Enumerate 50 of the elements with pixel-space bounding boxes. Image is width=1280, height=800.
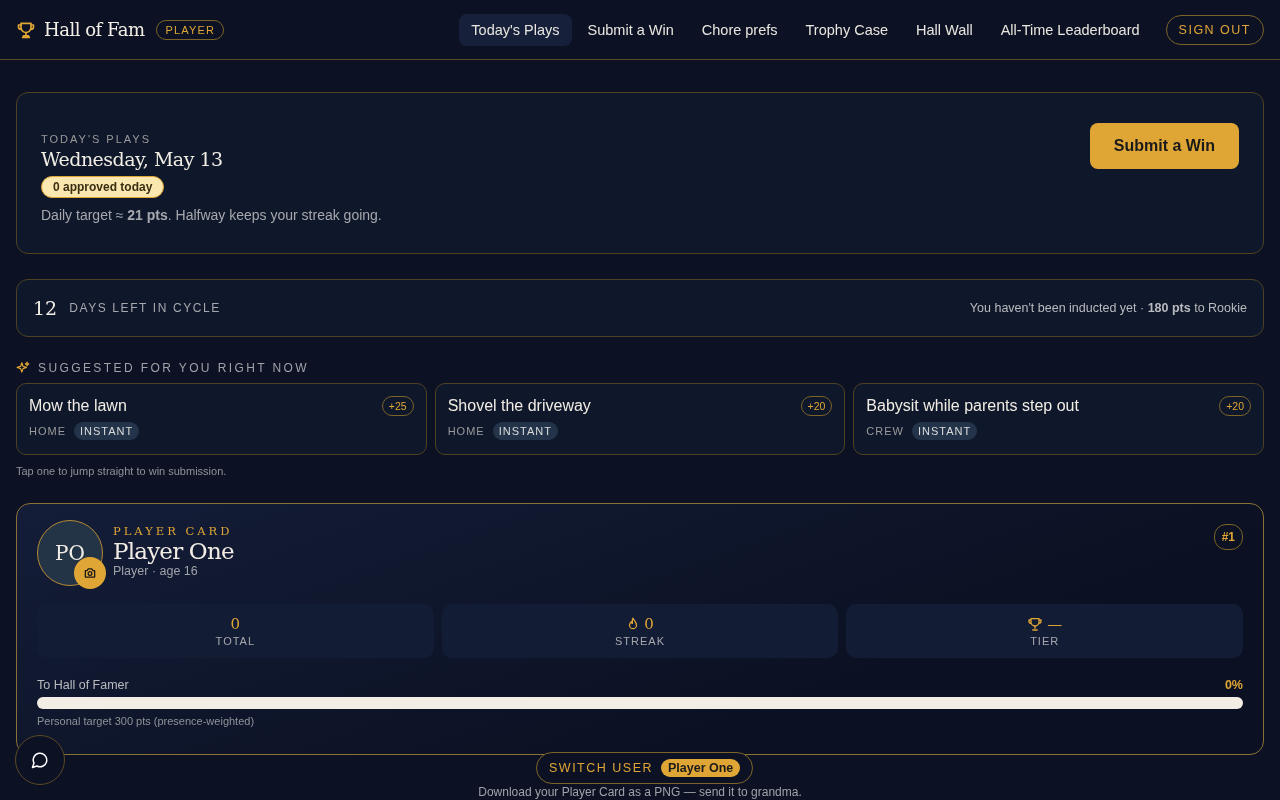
nav-link[interactable]: Hall Wall xyxy=(904,13,985,46)
days-count: 12 xyxy=(33,297,58,319)
category-label: HOME xyxy=(29,425,66,437)
hint-text: Tap one to jump straight to win submission. xyxy=(16,465,228,477)
suggestion-card[interactable]: Babysit while parents step out +20 CREW INSTANT xyxy=(853,383,1264,455)
switch-user-button[interactable]: SWITCH USER Player One xyxy=(536,752,754,784)
card-label: PLAYER CARD xyxy=(113,524,234,538)
instant-tag: INSTANT xyxy=(911,422,978,440)
section-label: SUGGESTED FOR YOU RIGHT NOW xyxy=(38,361,310,375)
brand-name: Hall of Fam xyxy=(44,19,145,40)
rank-badge: #1 xyxy=(1213,524,1243,550)
nav-link[interactable]: Submit a Win xyxy=(575,13,686,46)
nav-link[interactable]: Trophy Case xyxy=(793,13,900,46)
stat-label: TIER xyxy=(1030,635,1060,647)
progress-percent: 0% xyxy=(1224,678,1243,692)
instant-tag: INSTANT xyxy=(492,422,558,440)
nav-link[interactable]: Chore prefs xyxy=(689,13,790,46)
induction-text: You haven't been inducted yet · 180 pts to Rookie xyxy=(969,301,1247,315)
sparkle-icon xyxy=(16,361,30,375)
chat-button[interactable] xyxy=(15,735,65,785)
chore-title: Babysit while parents step out xyxy=(866,397,1079,415)
suggestion-card[interactable]: Mow the lawn +25 HOME INSTANT xyxy=(16,383,427,455)
nav-link[interactable]: All-Time Leaderboard xyxy=(988,13,1152,46)
current-user-badge: Player One xyxy=(661,759,741,777)
stat-value: 0 xyxy=(644,615,654,633)
stat-value: — xyxy=(1047,615,1063,633)
footer-text: Download your Player Card as a PNG — send it to grandma. xyxy=(477,785,803,799)
category-label: CREW xyxy=(866,425,904,437)
player-subtitle: Player · age 16 xyxy=(113,564,199,578)
player-name: Player One xyxy=(113,538,234,564)
chore-title: Mow the lawn xyxy=(29,397,127,415)
chore-title: Shovel the driveway xyxy=(447,397,591,415)
stat-label: STREAK xyxy=(615,635,665,647)
approved-badge: 0 approved today xyxy=(41,176,165,198)
stat-label: TOTAL xyxy=(215,635,256,647)
stat-value: 0 xyxy=(230,615,241,633)
daily-target-text: Daily target ≈ 21 pts. Halfway keeps your streak going. xyxy=(41,207,382,223)
section-label: TODAY'S PLAYS xyxy=(41,133,152,145)
progress-note: Personal target 300 pts (presence-weighted) xyxy=(37,715,256,727)
category-label: HOME xyxy=(447,425,485,437)
trophy-icon xyxy=(1027,616,1044,632)
suggestion-card[interactable]: Shovel the driveway +20 HOME INSTANT xyxy=(434,383,846,455)
date-heading: Wednesday, May 13 xyxy=(41,148,223,170)
days-label: DAYS LEFT IN CYCLE xyxy=(69,301,221,315)
nav-link[interactable]: Today's Plays xyxy=(459,13,572,46)
progress-label: To Hall of Famer xyxy=(37,678,129,692)
instant-tag: INSTANT xyxy=(74,422,140,440)
camera-icon xyxy=(83,566,97,580)
submit-win-button[interactable]: Submit a Win xyxy=(1089,123,1239,169)
chat-bubble-icon xyxy=(31,751,49,769)
